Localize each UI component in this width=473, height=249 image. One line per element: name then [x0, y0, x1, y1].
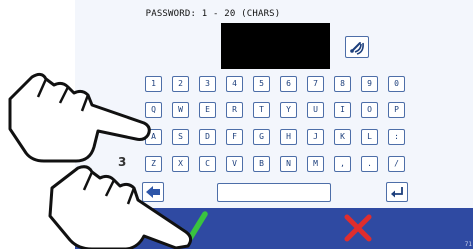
key-6[interactable]: 6: [280, 76, 297, 92]
key-f[interactable]: F: [226, 129, 243, 145]
key-o[interactable]: O: [361, 102, 378, 118]
space-bar[interactable]: [217, 183, 331, 202]
key-b[interactable]: B: [253, 156, 270, 172]
key-5[interactable]: 5: [253, 76, 270, 92]
password-display: [221, 23, 330, 69]
key-9[interactable]: 9: [361, 76, 378, 92]
pointing-hand-icon: [8, 72, 151, 163]
key-g[interactable]: G: [253, 129, 270, 145]
key-w[interactable]: W: [172, 102, 189, 118]
key-2[interactable]: 2: [172, 76, 189, 92]
key-0[interactable]: 0: [388, 76, 405, 92]
key-8[interactable]: 8: [334, 76, 351, 92]
key-d[interactable]: D: [199, 129, 216, 145]
key-s[interactable]: S: [172, 129, 189, 145]
key-period[interactable]: .: [361, 156, 378, 172]
key-y[interactable]: Y: [280, 102, 297, 118]
key-v[interactable]: V: [226, 156, 243, 172]
key-t[interactable]: T: [253, 102, 270, 118]
key-4[interactable]: 4: [226, 76, 243, 92]
nfc-button[interactable]: [345, 36, 369, 58]
key-3[interactable]: 3: [199, 76, 216, 92]
key-r[interactable]: R: [226, 102, 243, 118]
enter-icon: [391, 187, 403, 198]
page-title: PASSWORD: 1 - 20 (CHARS): [145, 9, 281, 19]
nfc-icon: [350, 42, 364, 55]
key-i[interactable]: I: [334, 102, 351, 118]
enter-button[interactable]: [386, 182, 408, 202]
key-c[interactable]: C: [199, 156, 216, 172]
key-l[interactable]: L: [361, 129, 378, 145]
key-m[interactable]: M: [307, 156, 324, 172]
key-n[interactable]: N: [280, 156, 297, 172]
key-p[interactable]: P: [388, 102, 405, 118]
key-u[interactable]: U: [307, 102, 324, 118]
key-slash[interactable]: /: [388, 156, 405, 172]
key-7[interactable]: 7: [307, 76, 324, 92]
key-j[interactable]: J: [307, 129, 324, 145]
pointing-hand-icon: [48, 165, 193, 249]
x-mark-icon[interactable]: [343, 213, 373, 243]
key-comma[interactable]: ,: [334, 156, 351, 172]
page-number: 71: [464, 241, 472, 248]
key-e[interactable]: E: [199, 102, 216, 118]
key-k[interactable]: K: [334, 129, 351, 145]
key-h[interactable]: H: [280, 129, 297, 145]
key-colon[interactable]: :: [388, 129, 405, 145]
